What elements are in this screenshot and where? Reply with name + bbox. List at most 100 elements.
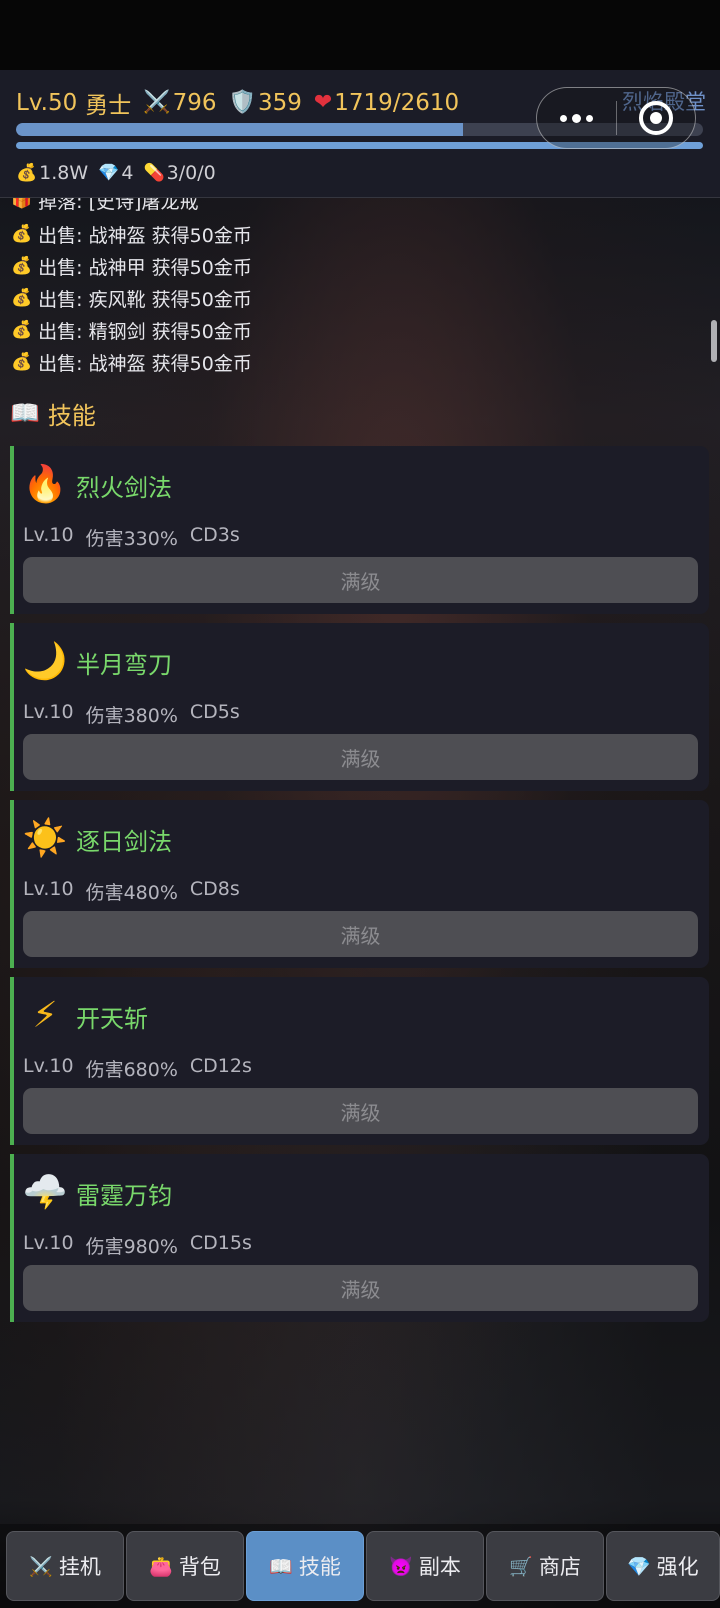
heart-icon: ❤ <box>313 90 333 115</box>
resources-row: 💰 1.8W 💎 4 💊 3/0/0 <box>16 158 216 188</box>
log-text: 掉落: [史诗]屠龙戒 <box>38 198 199 213</box>
skill-damage: 伤害380% <box>85 705 178 727</box>
section-title-text: 技能 <box>47 401 96 430</box>
skill-name: 烈火剑法 <box>76 473 172 502</box>
skill-level: Lv.10 <box>23 1055 74 1077</box>
skill-meta: Lv.10 伤害330% CD3s <box>23 524 240 551</box>
skill-max-level-button[interactable]: 满级 <box>23 911 698 957</box>
skill-card: ⚡ 开天斩 Lv.10 伤害680% CD12s 满级 <box>10 977 709 1145</box>
nav-tab-2[interactable]: 📖 技能 <box>246 1531 364 1601</box>
log-list: 💰 出售: 战神盔 获得50金币 💰 出售: 战神甲 获得50金币 💰 出售: 疾风靴 获… <box>0 218 720 378</box>
target-close-icon <box>639 101 673 135</box>
log-line: 💰 出售: 战神盔 获得50金币 <box>0 218 720 250</box>
more-button[interactable] <box>537 88 616 148</box>
skill-header: 🌙 半月弯刀 <box>22 639 172 685</box>
log-text: 出售: 战神盔 获得50金币 <box>38 224 252 247</box>
skill-damage: 伤害330% <box>85 528 178 550</box>
nav-tab-label: 副本 <box>418 1555 461 1579</box>
skill-card: 🌙 半月弯刀 Lv.10 伤害380% CD5s 满级 <box>10 623 709 791</box>
skill-header: ☀️ 逐日剑法 <box>22 816 172 862</box>
log-line: 💰 出售: 战神甲 获得50金币 <box>0 250 720 282</box>
skill-cooldown: CD15s <box>189 1232 252 1254</box>
diamond-value: 4 <box>121 162 134 184</box>
more-dots-icon-right <box>586 114 593 122</box>
skill-level: Lv.10 <box>23 1232 74 1254</box>
diamond-resource: 💎 4 <box>98 162 133 184</box>
crescent-moon-icon: 🌙 <box>22 641 68 682</box>
skill-max-level-button[interactable]: 满级 <box>23 1265 698 1311</box>
skill-max-level-button[interactable]: 满级 <box>23 557 698 603</box>
skill-max-level-button[interactable]: 满级 <box>23 1088 698 1134</box>
storm-cloud-icon: 🌩️ <box>22 1172 68 1213</box>
skill-card: ☀️ 逐日剑法 Lv.10 伤害480% CD8s 满级 <box>10 800 709 968</box>
nav-tab-label: 挂机 <box>58 1555 101 1579</box>
nav-tab-label: 强化 <box>656 1555 699 1579</box>
skill-card: 🌩️ 雷霆万钧 Lv.10 伤害980% CD15s 满级 <box>10 1154 709 1322</box>
skill-damage: 伤害680% <box>85 1059 178 1081</box>
hp-value: 1719/2610 <box>334 90 460 116</box>
defense-stat: 🛡️ 359 <box>229 90 302 116</box>
sun-icon: ☀️ <box>22 818 68 859</box>
log-text: 出售: 疾风靴 获得50金币 <box>38 288 252 311</box>
scrollbar-thumb[interactable] <box>711 320 717 362</box>
skill-meta: Lv.10 伤害980% CD15s <box>23 1232 252 1259</box>
skill-cooldown: CD5s <box>189 701 240 723</box>
cart-icon: 🛒 <box>509 1555 533 1578</box>
nav-tab-4[interactable]: 🛒 商店 <box>486 1531 604 1601</box>
skill-meta: Lv.10 伤害680% CD12s <box>23 1055 252 1082</box>
skill-name: 半月弯刀 <box>76 650 172 679</box>
status-bar-area <box>0 0 720 70</box>
crossed-swords-icon: ⚔️ <box>29 1555 53 1578</box>
nav-tab-label: 背包 <box>178 1555 221 1579</box>
nav-tab-5[interactable]: 💎 强化 <box>606 1531 720 1601</box>
nav-tab-0[interactable]: ⚔️ 挂机 <box>6 1531 124 1601</box>
demon-icon: 👿 <box>389 1555 413 1578</box>
skill-list: 🔥 烈火剑法 Lv.10 伤害330% CD3s 满级 🌙 半月弯刀 Lv.10 伤害380% CD… <box>10 446 709 1331</box>
gold-value: 1.8W <box>39 162 89 184</box>
skill-level: Lv.10 <box>23 524 74 546</box>
level-text: Lv.50 <box>16 90 78 116</box>
close-button[interactable] <box>617 88 695 148</box>
defense-value: 359 <box>257 90 302 116</box>
skill-level: Lv.10 <box>23 878 74 900</box>
log-text: 出售: 战神盔 获得50金币 <box>38 352 252 375</box>
player-stats: Lv.50 勇士 ⚔️ 796 🛡️ 359 ❤ 1719/2610 <box>16 86 459 120</box>
more-dots-icon-center <box>572 113 581 123</box>
skill-cooldown: CD12s <box>189 1055 252 1077</box>
battle-log[interactable]: 🎁 掉落: [史诗]屠龙戒 💰 出售: 战神盔 获得50金币 💰 出售: 战神甲 获得… <box>0 198 720 378</box>
log-line-drop: 🎁 掉落: [史诗]屠龙戒 <box>0 198 198 216</box>
book-icon: 📖 <box>269 1555 293 1578</box>
skill-name: 开天斩 <box>76 1004 148 1033</box>
skill-card: 🔥 烈火剑法 Lv.10 伤害330% CD3s 满级 <box>10 446 709 614</box>
gift-icon: 🎁 <box>11 198 33 210</box>
nav-tab-1[interactable]: 👛 背包 <box>126 1531 244 1601</box>
target-close-icon-dot <box>650 112 662 124</box>
class-name: 勇士 <box>85 93 132 119</box>
fire-icon: 🔥 <box>22 464 68 505</box>
more-dots-icon <box>560 114 567 122</box>
bottom-nav: ⚔️ 挂机 👛 背包 📖 技能 👿 副本 🛒 商店 💎 强化 <box>0 1524 720 1608</box>
skill-header: 🔥 烈火剑法 <box>22 462 172 508</box>
skill-damage: 伤害980% <box>85 1236 178 1258</box>
log-line: 💰 出售: 疾风靴 获得50金币 <box>0 282 720 314</box>
skill-header: 🌩️ 雷霆万钧 <box>22 1170 172 1216</box>
exp-bar-fill <box>16 123 463 136</box>
log-text: 出售: 精钢剑 获得50金币 <box>38 320 252 343</box>
hp-stat: ❤ 1719/2610 <box>314 90 459 116</box>
log-line: 💰 出售: 战神盔 获得50金币 <box>0 346 720 378</box>
nav-tab-3[interactable]: 👿 副本 <box>366 1531 484 1601</box>
shield-icon: 🛡️ <box>228 90 256 115</box>
section-title: 📖 技能 <box>10 395 96 431</box>
miniprogram-capsule <box>536 87 696 149</box>
money-bag-icon: 💰 <box>11 256 33 276</box>
skill-max-level-button[interactable]: 满级 <box>23 734 698 780</box>
money-bag-icon: 💰 <box>11 320 33 340</box>
potion-value: 3/0/0 <box>166 162 216 184</box>
money-bag-icon: 💰 <box>11 224 33 244</box>
attack-stat: ⚔️ 796 <box>143 90 216 116</box>
level-class: Lv.50 勇士 <box>16 86 131 120</box>
skill-meta: Lv.10 伤害380% CD5s <box>23 701 240 728</box>
pill-icon: 💊 <box>143 163 165 183</box>
gem-icon: 💎 <box>98 163 120 183</box>
potion-resource: 💊 3/0/0 <box>143 162 215 184</box>
